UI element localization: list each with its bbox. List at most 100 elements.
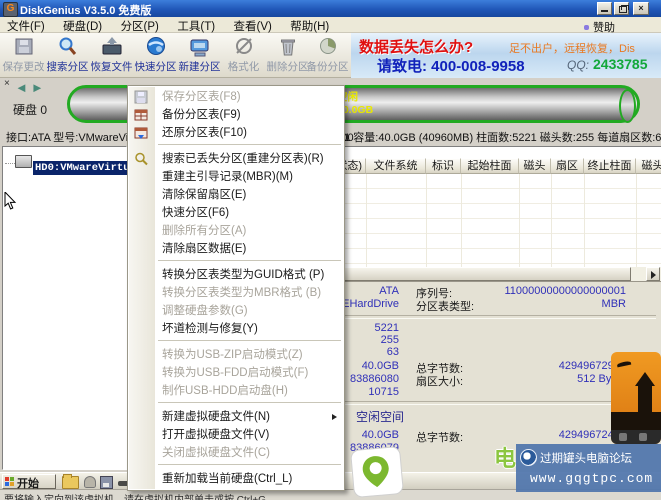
next-disk-icon[interactable]: ► — [31, 80, 47, 95]
menu-item-close-virtual-disk[interactable]: 关闭虚拟硬盘文件(C) — [128, 444, 344, 462]
delete-partition-button[interactable]: 删除分区 — [266, 34, 309, 77]
column-header-filesystem[interactable]: 文件系统 — [366, 158, 426, 174]
close-button[interactable]: × — [633, 2, 649, 15]
prev-disk-icon[interactable]: ◄ — [15, 80, 31, 95]
menu-item-delete-all-partitions[interactable]: 删除所有分区(A) — [128, 222, 344, 240]
search-partitions-button[interactable]: 搜索分区 — [46, 34, 89, 77]
detail-total-bytes-value: 42949672960 — [558, 360, 626, 372]
menu-item-erase-sector-data[interactable]: 清除扇区数据(E) — [128, 240, 344, 258]
menu-partition[interactable]: 分区(P) — [114, 17, 166, 34]
menu-separator — [158, 144, 341, 148]
column-header-end-cylinder[interactable]: 终止柱面 — [584, 158, 636, 174]
menu-item-label: 重建主引导记录(MBR)(M) — [162, 171, 293, 183]
recover-files-button[interactable]: 恢复文件 — [90, 34, 133, 77]
minimize-button[interactable] — [597, 2, 612, 15]
minimize-icon — [601, 10, 608, 12]
menu-item-usb-fdd-mode[interactable]: 转换为USB-FDD启动模式(F) — [128, 364, 344, 382]
quicklaunch-folder-icon[interactable] — [62, 474, 79, 489]
menu-separator — [158, 260, 341, 264]
column-header-id[interactable]: 标识 — [426, 158, 461, 174]
save-changes-button[interactable]: 保存更改 — [2, 34, 45, 77]
recover-files-icon — [100, 36, 124, 58]
toolbar-label: 快速分区 — [134, 61, 177, 73]
menu-item-make-usb-hdd-boot[interactable]: 制作USB-HDD启动盘(H) — [128, 382, 344, 400]
toolbar-label: 格式化 — [227, 61, 260, 73]
menu-separator — [158, 340, 341, 344]
start-label: 开始 — [17, 478, 39, 490]
menu-tools[interactable]: 工具(T) — [170, 17, 222, 34]
menu-item-label: 清除保留扇区(E) — [162, 189, 247, 201]
panel-close-icon[interactable]: × — [4, 79, 10, 89]
menu-item-clear-reserved-sectors[interactable]: 清除保留扇区(E) — [128, 186, 344, 204]
column-header-head2[interactable]: 磁头 — [636, 158, 661, 174]
ad-qq-label: QQ: — [567, 58, 590, 72]
restore-button[interactable] — [614, 2, 629, 15]
backup-partition-table-icon — [134, 108, 148, 122]
menu-item-usb-zip-mode[interactable]: 转换为USB-ZIP启动模式(Z) — [128, 346, 344, 364]
menu-item-label: 保存分区表(F8) — [162, 91, 241, 103]
cylinder-end-cap — [619, 89, 636, 123]
start-button[interactable]: 开始 — [2, 474, 56, 490]
menu-item-quick-partition[interactable]: 快速分区(F6) — [128, 204, 344, 222]
column-header-head[interactable]: 磁头 — [519, 158, 551, 174]
ad-qq-number: 2433785 — [593, 56, 648, 72]
menu-item-label: 重新加载当前硬盘(Ctrl_L) — [162, 473, 293, 485]
grid-line — [584, 174, 585, 267]
menu-item-new-virtual-disk[interactable]: 新建虚拟硬盘文件(N) — [128, 408, 344, 426]
forum-logo-icon — [520, 449, 537, 466]
menu-item-label: 坏道检测与修复(Y) — [162, 323, 258, 335]
quicklaunch-floppy-icon[interactable] — [100, 476, 113, 489]
watermark-banner: 过期罐头电脑论坛 www.gqgtpc.com — [516, 444, 661, 492]
ad-banner[interactable]: 数据丢失怎么办? 足不出户，远程恢复，Dis 请致电: 400-008-9958… — [351, 33, 661, 78]
grid-line — [551, 174, 552, 267]
menu-view[interactable]: 查看(V) — [227, 17, 279, 34]
widget-gear-icon — [639, 433, 647, 441]
menu-disk[interactable]: 硬盘(D) — [56, 17, 109, 34]
detail-serial-value: 11000000000000000001 — [504, 285, 626, 297]
restore-icon — [619, 6, 627, 13]
title-bar: G DiskGenius V3.5.0 免费版 × — [0, 0, 661, 17]
ad-tagline: 足不出户，远程恢复，Dis — [509, 43, 635, 55]
column-header-start-cylinder[interactable]: 起始柱面 — [461, 158, 519, 174]
menu-item-save-partition-table[interactable]: 保存分区表(F8) — [128, 88, 344, 106]
menu-item-convert-to-mbr[interactable]: 转换分区表类型为MBR格式 (B) — [128, 284, 344, 302]
menu-item-restore-partition-table[interactable]: 还原分区表(F10) — [128, 124, 344, 142]
new-partition-icon — [188, 36, 212, 58]
save-partition-table-icon — [134, 90, 148, 104]
menu-item-adjust-disk-params[interactable]: 调整硬盘参数(G) — [128, 302, 344, 320]
menu-item-backup-partition-table[interactable]: 备份分区表(F9) — [128, 106, 344, 124]
vmware-status-text: 要将输入定向到该虚拟机，请在虚拟机内部单击或按 Ctrl+G — [4, 491, 266, 500]
menu-help[interactable]: 帮助(H) — [283, 17, 336, 34]
free-bytes-value: 42949672448 — [558, 429, 626, 441]
menu-item-reload-current-disk[interactable]: 重新加载当前硬盘(Ctrl_L) — [128, 470, 344, 488]
toolbar-label: 备份分区 — [306, 61, 349, 73]
quick-partition-button[interactable]: 快速分区 — [134, 34, 177, 77]
menu-item-open-virtual-disk[interactable]: 打开虚拟硬盘文件(V) — [128, 426, 344, 444]
tree-item-hd0[interactable]: HD0:VMwareVirtua — [5, 155, 138, 175]
format-icon — [232, 36, 256, 58]
menu-item-search-lost-partitions[interactable]: 搜索已丢失分区(重建分区表)(R) — [128, 150, 344, 168]
search-lost-partitions-icon — [134, 152, 148, 166]
format-button[interactable]: 格式化 — [222, 34, 265, 77]
disk-nav-arrows[interactable]: ◄► — [15, 80, 47, 95]
toolbar-label: 保存更改 — [2, 61, 45, 73]
menu-file[interactable]: 文件(F) — [0, 17, 52, 34]
menu-item-rebuild-mbr[interactable]: 重建主引导记录(MBR)(M) — [128, 168, 344, 186]
menu-item-bad-track-check[interactable]: 坏道检测与修复(Y) — [128, 320, 344, 338]
quicklaunch-desktop-icon[interactable] — [84, 476, 96, 488]
menu-item-label: 快速分区(F6) — [162, 207, 230, 219]
grid-line — [636, 174, 637, 267]
watermark-url: www.gqgtpc.com — [530, 471, 654, 486]
bat-icon — [616, 360, 632, 368]
new-partition-button[interactable]: 新建分区 — [178, 34, 221, 77]
scroll-right-button[interactable] — [646, 267, 660, 281]
castle-ground — [611, 412, 661, 430]
hard-disk-icon — [15, 155, 32, 168]
free-space-section-title: 空闲空间 — [356, 410, 405, 424]
menu-item-convert-to-guid[interactable]: 转换分区表类型为GUID格式 (P) — [128, 266, 344, 284]
backup-partition-button[interactable]: 备份分区 — [306, 34, 349, 77]
menu-bar: 文件(F) 硬盘(D) 分区(P) 工具(T) 查看(V) 帮助(H) 赞助 — [0, 17, 661, 34]
grid-line — [519, 174, 520, 267]
menu-item-label: 打开虚拟硬盘文件(V) — [162, 429, 270, 441]
column-header-sector[interactable]: 扇区 — [551, 158, 584, 174]
